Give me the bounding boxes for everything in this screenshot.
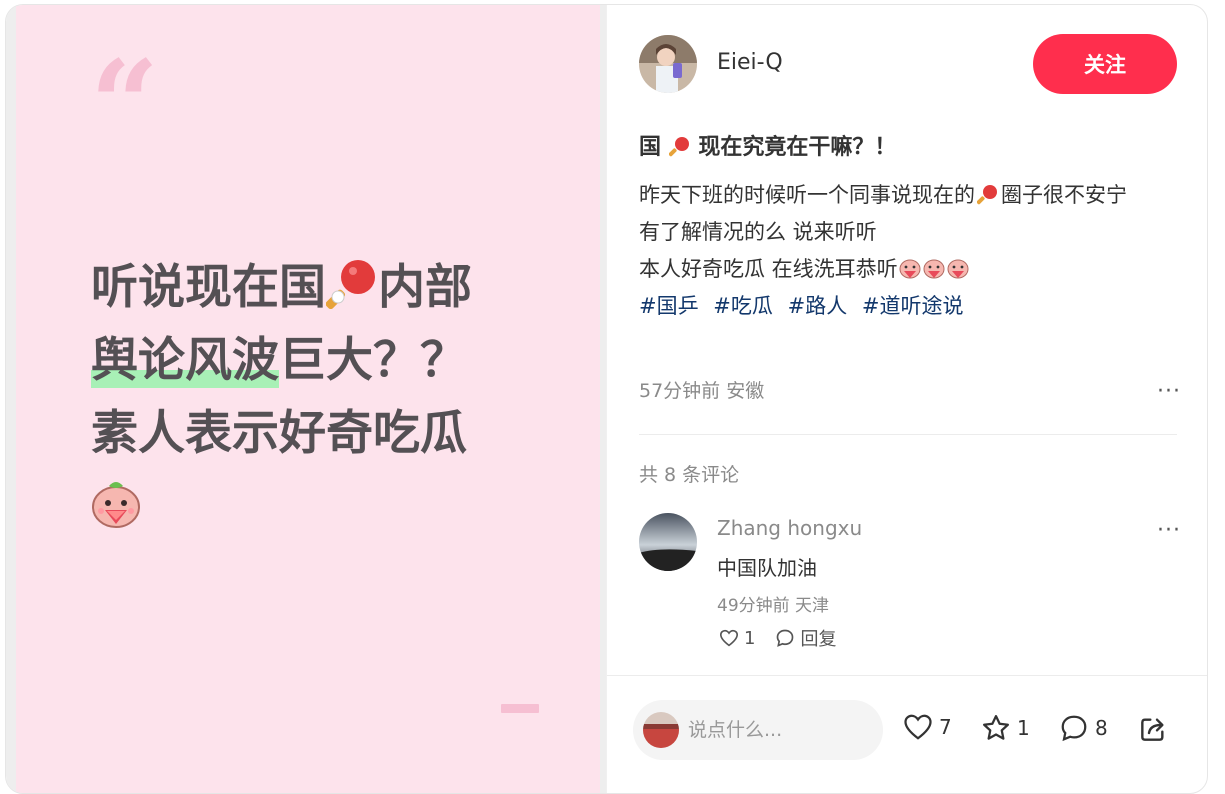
comment-input-box[interactable] [633, 700, 883, 760]
like-button[interactable]: 7 [903, 713, 952, 741]
comment-reply-button[interactable]: 回复 [775, 625, 836, 651]
share-icon [1141, 718, 1164, 741]
quote-mark-icon: “ [90, 34, 160, 175]
ping-pong-paddle-icon [325, 257, 378, 310]
collect-button[interactable]: 1 [981, 713, 1030, 743]
cover-text: 听说现在国 内部 舆论风波巨大？？ 素人表示好奇吃瓜 [91, 251, 561, 549]
comment-more-icon[interactable]: ··· [1157, 518, 1181, 543]
comment-input[interactable] [688, 719, 868, 741]
ping-pong-icon [976, 185, 997, 205]
comment-meta: 49分钟前 天津 [717, 596, 830, 616]
heart-icon [719, 629, 739, 647]
star-icon [983, 715, 1009, 740]
tag-link[interactable]: #吃瓜 [713, 294, 773, 318]
comment-total: 8 [1095, 716, 1108, 740]
post-title-pre: 国 [639, 135, 662, 160]
cover-line-2: 巨大？？ [279, 333, 467, 388]
tag-list: #国乒 #吃瓜 #路人 #道听途说 [639, 288, 1184, 325]
share-button[interactable] [1137, 713, 1175, 745]
like-count: 7 [939, 715, 952, 739]
cover-line-3: 素人表示好奇吃瓜 [91, 406, 467, 461]
tag-link[interactable]: #道听途说 [862, 294, 964, 318]
user-avatar [643, 712, 679, 748]
comment-button[interactable]: 8 [1059, 713, 1108, 743]
peach-emoji-icon [898, 257, 970, 281]
comment-reply-label: 回复 [800, 629, 837, 650]
cover-card: “ 听说现在国 内部 舆论风波巨大？？ 素人表示好奇吃瓜 [16, 5, 600, 793]
peach-melon-emoji-icon [91, 476, 141, 528]
tag-link[interactable]: #国乒 [639, 294, 699, 318]
comment-text: 中国队加油 [717, 556, 817, 580]
comment-actions: 1 回复 [719, 625, 856, 651]
body-line-2: 有了解情况的么 说来听听 [639, 220, 877, 244]
author-name[interactable]: Eiei-Q [717, 50, 783, 75]
post-body: 昨天下班的时候听一个同事说现在的 圈子很不安宁 有了解情况的么 说来听听 本人好… [639, 177, 1184, 325]
body-line-1b: 圈子很不安宁 [1001, 183, 1127, 207]
collect-count: 1 [1017, 716, 1030, 740]
body-line-1a: 昨天下班的时候听一个同事说现在的 [639, 183, 975, 207]
note-detail-card: “ 听说现在国 内部 舆论风波巨大？？ 素人表示好奇吃瓜 Eiei-Q 关注 国… [5, 4, 1208, 794]
comment-bubble-icon [1061, 715, 1087, 742]
comment-count: 共 8 条评论 [639, 464, 740, 486]
post-more-icon[interactable]: ··· [1157, 379, 1181, 404]
author-avatar[interactable] [639, 35, 697, 93]
bottom-divider [607, 675, 1207, 676]
divider [639, 434, 1177, 435]
comment-avatar[interactable] [639, 513, 697, 571]
body-line-3: 本人好奇吃瓜 在线洗耳恭听 [639, 257, 898, 281]
cover-line-1: 听说现在国 [91, 260, 326, 315]
reply-bubble-icon [777, 629, 794, 647]
tag-link[interactable]: #路人 [788, 294, 848, 318]
heart-icon [904, 714, 932, 740]
post-title-post: 现在究竟在干嘛？！ [698, 135, 897, 160]
ping-pong-icon [668, 137, 689, 157]
post-meta: 57分钟前 安徽 [639, 380, 765, 402]
follow-button[interactable]: 关注 [1033, 34, 1177, 94]
comment-author[interactable]: Zhang hongxu [717, 516, 862, 540]
cover-line-1b: 内部 [378, 260, 472, 315]
post-title: 国 现在究竟在干嘛？！ [639, 129, 896, 161]
cover-highlight: 舆论风波 [91, 333, 279, 388]
note-panel: Eiei-Q 关注 国 现在究竟在干嘛？！ 昨天下班的时候听一个同事说现在的 圈… [606, 5, 1207, 793]
comment-like-count: 1 [744, 627, 756, 649]
cover-dash [501, 704, 539, 713]
comment-like-button[interactable]: 1 [719, 628, 755, 649]
cover-image: “ 听说现在国 内部 舆论风波巨大？？ 素人表示好奇吃瓜 [6, 5, 606, 793]
